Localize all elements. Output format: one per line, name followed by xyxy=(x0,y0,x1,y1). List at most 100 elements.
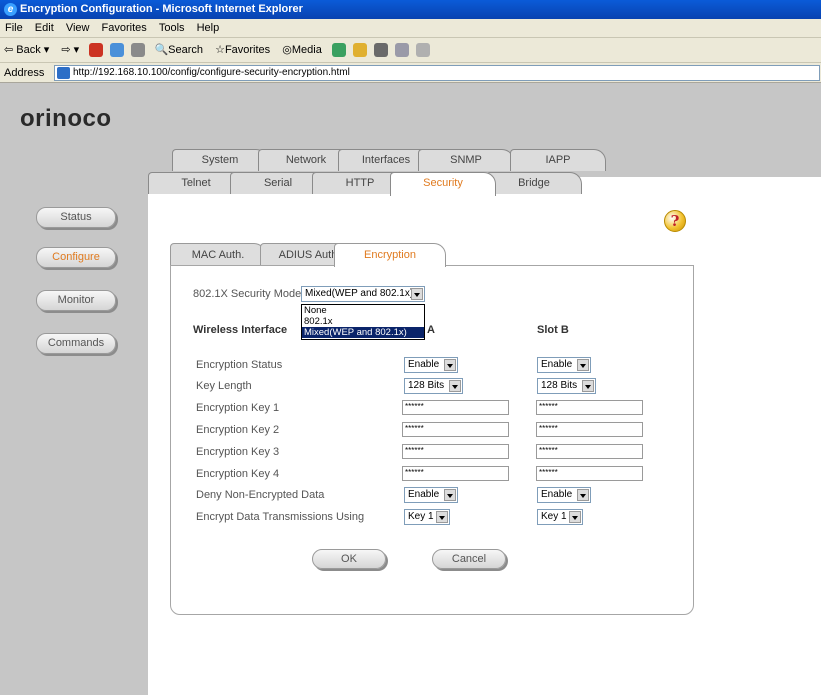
slot-b-deny-value: Enable xyxy=(541,489,573,500)
slot-a-key-length-select[interactable]: 128 Bits xyxy=(404,378,463,394)
window-titlebar: e Encryption Configuration - Microsoft I… xyxy=(0,0,821,19)
sidebar-item-configure[interactable]: Configure xyxy=(36,247,116,268)
menu-tools[interactable]: Tools xyxy=(154,22,189,34)
slot-a-deny-value: Enable xyxy=(408,489,440,500)
slot-b-key-3-input[interactable]: ****** xyxy=(536,444,643,459)
chevron-down-icon xyxy=(444,489,456,501)
media-button[interactable]: ◎Media xyxy=(278,38,327,63)
menu-file[interactable]: File xyxy=(0,22,27,34)
slot-b-deny-select[interactable]: Enable xyxy=(537,487,591,503)
slot-a-key-1-input[interactable]: ****** xyxy=(402,400,509,415)
sidebar-item-commands[interactable]: Commands xyxy=(36,333,116,354)
window-title: Encryption Configuration - Microsoft Int… xyxy=(20,3,303,15)
slot-b-key-2-input[interactable]: ****** xyxy=(536,422,643,437)
security-mode-value: Mixed(WEP and 802.1x) xyxy=(305,288,414,299)
tab-bridge[interactable]: Bridge xyxy=(486,172,582,194)
tab-snmp[interactable]: SNMP xyxy=(418,149,514,171)
sidebar-item-status[interactable]: Status xyxy=(36,207,116,228)
slot-a-deny-select[interactable]: Enable xyxy=(404,487,458,503)
chevron-down-icon xyxy=(582,380,594,392)
address-url: http://192.168.10.100/config/configure-s… xyxy=(73,67,350,78)
row-label-key-2: Encryption Key 2 xyxy=(196,424,280,436)
row-label-encryption-status: Encryption Status xyxy=(196,359,283,371)
media-label: Media xyxy=(291,44,322,56)
security-mode-select[interactable]: Mixed(WEP and 802.1x) xyxy=(301,286,425,302)
forward-button[interactable]: ⇨ ▾ xyxy=(57,38,84,63)
back-button[interactable]: ⇦ Back ▾ xyxy=(0,38,54,63)
back-label: Back xyxy=(16,44,41,56)
ie-icon: e xyxy=(4,3,17,16)
row-label-key-1: Encryption Key 1 xyxy=(196,402,280,414)
option-mixed[interactable]: Mixed(WEP and 802.1x) xyxy=(302,327,424,338)
chevron-down-icon xyxy=(569,511,581,523)
slot-b-header: Slot B xyxy=(537,324,569,336)
page-icon xyxy=(57,67,70,79)
refresh-icon[interactable] xyxy=(110,43,125,58)
tab-security[interactable]: Security xyxy=(390,172,496,196)
slot-b-key-1-input[interactable]: ****** xyxy=(536,400,643,415)
address-label: Address xyxy=(4,67,45,79)
search-button[interactable]: 🔍Search xyxy=(150,38,208,63)
history-icon[interactable] xyxy=(331,43,346,58)
slot-b-encryption-status-select[interactable]: Enable xyxy=(537,357,591,373)
print-icon[interactable] xyxy=(374,43,389,58)
help-icon[interactable]: ? xyxy=(664,210,686,232)
tab-iapp[interactable]: IAPP xyxy=(510,149,606,171)
cancel-button[interactable]: Cancel xyxy=(432,549,506,569)
menu-view[interactable]: View xyxy=(61,22,94,34)
slot-b-key-4-input[interactable]: ****** xyxy=(536,466,643,481)
slot-b-encrypt-using-value: Key 1 xyxy=(541,511,567,522)
sidebar-item-monitor[interactable]: Monitor xyxy=(36,290,116,311)
edit-icon[interactable] xyxy=(395,43,410,58)
address-bar: Address http://192.168.10.100/config/con… xyxy=(0,63,821,83)
chevron-down-icon xyxy=(444,359,456,371)
favorites-button[interactable]: ☆Favorites xyxy=(211,38,275,63)
row-label-encrypt-using: Encrypt Data Transmissions Using xyxy=(196,511,365,523)
row-label-key-3: Encryption Key 3 xyxy=(196,446,280,458)
slot-b-key-length-select[interactable]: 128 Bits xyxy=(537,378,596,394)
slot-b-key-length-value: 128 Bits xyxy=(541,380,578,391)
security-mode-dropdown: None 802.1x Mixed(WEP and 802.1x) xyxy=(301,304,425,340)
home-icon[interactable] xyxy=(131,43,146,58)
slot-a-encryption-status-select[interactable]: Enable xyxy=(404,357,458,373)
row-label-deny-non-encrypted: Deny Non-Encrypted Data xyxy=(196,489,325,501)
menu-help[interactable]: Help xyxy=(192,22,224,34)
wireless-interface-header: Wireless Interface xyxy=(193,324,288,336)
ok-button[interactable]: OK xyxy=(312,549,386,569)
left-sidebar xyxy=(0,83,148,695)
slot-a-key-3-input[interactable]: ****** xyxy=(402,444,509,459)
chevron-down-icon xyxy=(577,489,589,501)
slot-a-key-4-input[interactable]: ****** xyxy=(402,466,509,481)
favorites-label: Favorites xyxy=(224,44,271,56)
address-input[interactable]: http://192.168.10.100/config/configure-s… xyxy=(54,65,820,81)
slot-a-encrypt-using-select[interactable]: Key 1 xyxy=(404,509,450,525)
slot-a-encrypt-using-value: Key 1 xyxy=(408,511,434,522)
tab-system[interactable]: System xyxy=(172,149,268,171)
row-label-key-length: Key Length xyxy=(196,380,252,392)
chevron-down-icon xyxy=(577,359,589,371)
stop-icon[interactable] xyxy=(89,43,104,58)
slot-a-key-length-value: 128 Bits xyxy=(408,380,445,391)
slot-b-encrypt-using-select[interactable]: Key 1 xyxy=(537,509,583,525)
browser-toolbar: ⇦ Back ▾ ⇨ ▾ 🔍Search ☆Favorites ◎Media xyxy=(0,38,821,63)
option-none[interactable]: None xyxy=(302,305,424,316)
slot-a-key-2-input[interactable]: ****** xyxy=(402,422,509,437)
chevron-down-icon xyxy=(436,511,448,523)
orinoco-logo: orinoco xyxy=(20,105,112,132)
search-label: Search xyxy=(168,44,203,56)
chevron-down-icon xyxy=(449,380,461,392)
chevron-down-icon xyxy=(411,288,423,300)
menu-bar: File Edit View Favorites Tools Help xyxy=(0,19,821,38)
menu-favorites[interactable]: Favorites xyxy=(97,22,151,34)
slot-a-header: A xyxy=(427,324,435,336)
subtab-encryption[interactable]: Encryption xyxy=(334,243,446,267)
subtab-mac-auth[interactable]: MAC Auth. xyxy=(170,243,266,266)
discuss-icon[interactable] xyxy=(416,43,431,58)
security-mode-label: 802.1X Security Mode xyxy=(193,288,302,300)
slot-b-encryption-status-value: Enable xyxy=(541,359,573,370)
mail-icon[interactable] xyxy=(352,43,367,58)
row-label-key-4: Encryption Key 4 xyxy=(196,468,280,480)
option-8021x[interactable]: 802.1x xyxy=(302,316,424,327)
menu-edit[interactable]: Edit xyxy=(30,22,58,34)
slot-a-encryption-status-value: Enable xyxy=(408,359,440,370)
